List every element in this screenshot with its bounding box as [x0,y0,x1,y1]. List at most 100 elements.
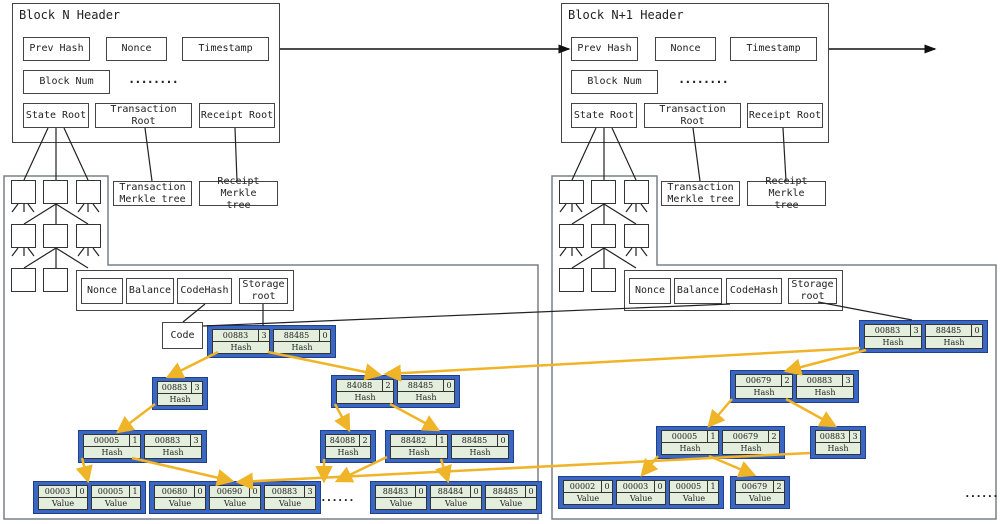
block-n1-receipt-tree: Receipt Merkle tree [747,176,826,211]
trie-key: 00002 [569,482,596,491]
block-n1-account-codehash: CodeHash [726,278,782,304]
trie-index: 1 [129,486,140,497]
state-node [11,180,36,204]
block-n-trie-node-l1a: 00883 3 Hash [152,377,208,410]
trie-key: 88485 [407,381,434,390]
block-n-transaction-tree: Transaction Merkle tree [113,181,192,206]
block-n-account-nonce: Nonce [81,278,123,304]
trie-cell: 00690 0 Value [209,485,261,510]
trie-cell: 88483 0 Value [375,485,427,510]
trie-cell-label: Hash [291,343,313,352]
trie-key: 88485 [283,331,310,340]
trie-cell: 88485 0 Hash [273,329,331,354]
state-node [11,224,36,248]
trie-key: 00679 [745,376,772,385]
trie-key: 88485 [492,487,519,496]
trie-index: 0 [249,486,260,497]
trie-cell-key-row: 00883 3 [797,375,853,387]
block-n-receipt-root: Receipt Root [199,103,275,128]
trie-key: 00883 [154,436,181,445]
state-node [559,180,584,204]
trie-cell-key-row: 00883 3 [158,382,202,394]
block-n1-prev-hash: Prev Hash [571,37,638,61]
trie-cell-key-row: 88483 0 [376,486,426,498]
block-n1-account-nonce: Nonce [629,278,671,304]
trie-index: 3 [304,486,315,497]
trie-cell: 00680 0 Value [154,485,206,510]
trie-index: 3 [910,325,921,336]
trie-index: 2 [382,380,393,391]
trie-cell-key-row: 00005 1 [662,431,718,443]
block-n-trie-node-l2b: 84088 2 Hash [320,430,376,463]
trie-cell: 00005 1 Hash [83,434,141,459]
block-n-trie-node-l1b: 84088 2 Hash 88485 0 Hash [331,375,460,408]
trie-index: 2 [773,481,784,492]
trie-cell: 84088 2 Hash [336,379,394,404]
block-n-trie-ellipsis: ······ [320,494,355,507]
trie-cell-label: Value [682,494,706,503]
trie-cell-key-row: 00883 3 [865,325,921,337]
block-n1-ellipsis: ········ [678,75,729,89]
block-n-trie-node-leaf2: 00680 0 Value 00690 0 Value 00883 3 Value [149,481,321,514]
trie-cell-key-row: 84088 2 [337,380,393,392]
trie-cell-label: Value [748,494,772,503]
trie-key: 00005 [671,432,698,441]
trie-cell: 88485 0 Hash [451,434,509,459]
trie-cell: 00883 3 Hash [212,329,270,354]
trie-cell: 00883 3 Hash [815,430,861,455]
trie-index: 3 [190,435,201,446]
trie-index: 1 [436,435,447,446]
state-node [76,180,101,204]
trie-cell-label: Hash [679,444,701,453]
block-n-nonce: Nonce [106,37,167,61]
trie-key: 00680 [161,487,188,496]
block-n1-state-root: State Root [571,103,637,128]
trie-index: 1 [707,481,718,492]
trie-key: 84088 [346,381,373,390]
block-n1-trie-node-leaf2: 00679 2 Value [730,476,790,509]
trie-cell-label: Value [51,499,75,508]
state-node [591,268,616,292]
trie-cell-label: Hash [753,388,775,397]
trie-index: 0 [319,330,330,341]
block-n-receipt-tree: Receipt Merkle tree [199,176,278,211]
trie-cell-label: Hash [882,338,904,347]
trie-cell-key-row: 00883 3 [265,486,315,498]
block-n-state-root: State Root [23,103,89,128]
block-n-block-num: Block Num [23,70,110,94]
trie-cell: 00003 0 Value [38,485,88,510]
state-node [624,224,649,248]
trie-cell: 00002 0 Value [563,480,613,505]
trie-cell-key-row: 88485 0 [926,325,982,337]
trie-cell-key-row: 00883 3 [816,431,860,443]
block-n1-account-storage-root: Storage root [788,278,837,304]
trie-cell-key-row: 88484 0 [431,486,481,498]
trie-cell: 88482 1 Hash [390,434,448,459]
trie-cell-label: Hash [943,338,965,347]
trie-cell-label: Value [576,494,600,503]
state-node [76,224,101,248]
trie-cell-key-row: 00680 0 [155,486,205,498]
trie-cell-label: Value [629,494,653,503]
trie-key: 00005 [675,482,702,491]
block-n1-trie-node-root: 00883 3 Hash 88485 0 Hash [859,320,988,353]
trie-cell: 00005 1 Value [669,480,719,505]
state-node [624,180,649,204]
trie-cell-key-row: 00005 1 [670,481,718,493]
trie-cell-key-row: 00679 2 [736,481,784,493]
trie-cell-key-row: 00679 2 [736,375,792,387]
block-n-trie-node-l2c: 88482 1 Hash 88485 0 Hash [385,430,514,463]
trie-key: 00679 [741,482,768,491]
trie-key: 00883 [161,383,188,392]
trie-key: 88485 [461,436,488,445]
state-node [559,224,584,248]
state-node [11,268,36,292]
trie-index: 3 [191,382,202,393]
block-n-trie-node-l2a: 00005 1 Hash 00883 3 Hash [78,430,207,463]
block-n1-transaction-tree: Transaction Merkle tree [661,181,740,206]
trie-cell-label: Value [444,499,468,508]
trie-cell-key-row: 88485 0 [452,435,508,447]
trie-cell: 00679 2 Value [735,480,785,505]
trie-cell-label: Hash [230,343,252,352]
trie-cell-label: Value [223,499,247,508]
